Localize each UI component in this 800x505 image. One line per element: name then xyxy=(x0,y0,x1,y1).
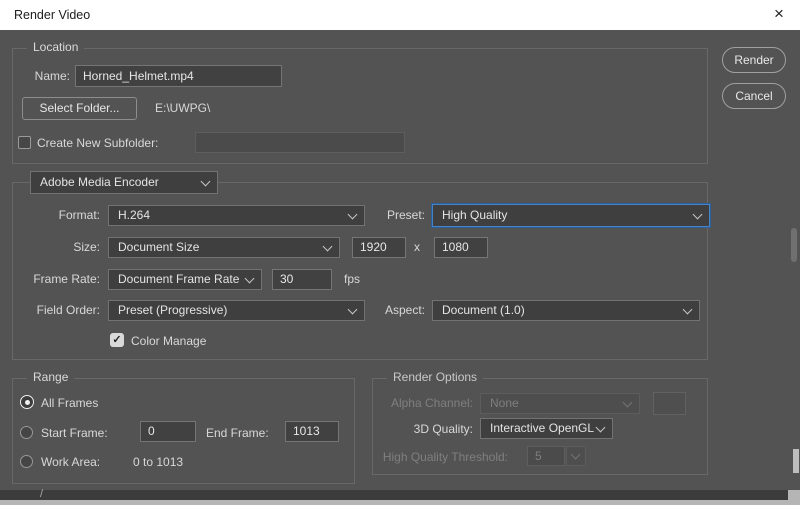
create-subfolder-checkbox[interactable] xyxy=(18,136,31,149)
start-frame-label: Start Frame: xyxy=(41,426,108,440)
chevron-down-icon xyxy=(596,422,606,432)
chevron-down-icon xyxy=(623,397,633,407)
create-subfolder-label: Create New Subfolder: xyxy=(37,136,158,150)
field-order-label: Field Order: xyxy=(8,300,100,321)
resize-grip-icon[interactable]: / xyxy=(40,488,43,500)
name-input[interactable]: Horned_Helmet.mp4 xyxy=(75,65,282,87)
cancel-button[interactable]: Cancel xyxy=(722,83,786,109)
encoder-select-value: Adobe Media Encoder xyxy=(40,175,159,189)
times-separator: x xyxy=(414,237,420,258)
chevron-down-icon xyxy=(693,209,703,219)
aspect-select[interactable]: Document (1.0) xyxy=(432,300,700,321)
height-input[interactable]: 1080 xyxy=(434,237,488,258)
render-video-dialog: Render Video × Location Name: Horned_Hel… xyxy=(0,0,800,505)
alpha-channel-value: None xyxy=(490,396,519,410)
bottom-edge xyxy=(0,500,800,505)
color-manage-checkbox[interactable]: ✓ xyxy=(110,333,124,347)
chevron-down-icon xyxy=(245,273,255,283)
hq-threshold-label: High Quality Threshold: xyxy=(333,447,508,467)
range-group-label: Range xyxy=(27,370,74,384)
render-options-group-label: Render Options xyxy=(387,370,483,384)
format-select-value: H.264 xyxy=(118,208,150,222)
location-group-label: Location xyxy=(27,40,84,54)
end-frame-input[interactable]: 1013 xyxy=(285,421,339,442)
alpha-channel-label: Alpha Channel: xyxy=(373,393,473,414)
all-frames-radio[interactable] xyxy=(20,395,34,409)
folder-path: E:\UWPG\ xyxy=(155,97,210,120)
start-frame-input[interactable]: 0 xyxy=(140,421,196,442)
format-label: Format: xyxy=(20,205,100,226)
check-icon: ✓ xyxy=(112,334,121,346)
quality-3d-select[interactable]: Interactive OpenGL xyxy=(480,418,613,439)
subfolder-name-input[interactable] xyxy=(195,132,405,153)
work-area-value: 0 to 1013 xyxy=(133,455,183,469)
bottom-strip xyxy=(0,490,788,500)
hq-threshold-input: 5 xyxy=(527,446,565,466)
vertical-scrollbar-element[interactable] xyxy=(793,449,799,473)
fps-input[interactable]: 30 xyxy=(272,269,332,290)
encoder-select[interactable]: Adobe Media Encoder xyxy=(30,171,218,194)
render-button[interactable]: Render xyxy=(722,47,786,73)
end-frame-label: End Frame: xyxy=(206,426,269,440)
width-input[interactable]: 1920 xyxy=(352,237,406,258)
name-label: Name: xyxy=(28,65,70,87)
chevron-down-icon xyxy=(571,450,581,460)
title-bar: Render Video × xyxy=(0,0,800,30)
alpha-color-swatch xyxy=(653,392,686,415)
work-area-label: Work Area: xyxy=(41,455,100,469)
size-select[interactable]: Document Size xyxy=(108,237,340,258)
start-frame-radio[interactable] xyxy=(20,426,33,439)
alpha-channel-select: None xyxy=(480,393,640,414)
fps-unit-label: fps xyxy=(344,269,360,290)
chevron-down-icon xyxy=(683,304,693,314)
preset-label: Preset: xyxy=(345,205,425,226)
chevron-down-icon xyxy=(201,176,211,186)
field-order-select-value: Preset (Progressive) xyxy=(118,303,227,317)
preset-select[interactable]: High Quality xyxy=(432,204,710,227)
chevron-down-icon xyxy=(323,241,333,251)
select-folder-button[interactable]: Select Folder... xyxy=(22,97,137,120)
all-frames-label: All Frames xyxy=(41,396,98,410)
format-select[interactable]: H.264 xyxy=(108,205,365,226)
quality-3d-label: 3D Quality: xyxy=(373,419,473,440)
frame-rate-select-value: Document Frame Rate xyxy=(118,272,239,286)
frame-rate-label: Frame Rate: xyxy=(8,269,100,290)
vertical-scrollbar-thumb[interactable] xyxy=(791,228,797,262)
aspect-label: Aspect: xyxy=(345,300,425,321)
dialog-title: Render Video xyxy=(14,0,90,30)
size-label: Size: xyxy=(20,237,100,258)
preset-select-value: High Quality xyxy=(442,208,507,222)
close-icon[interactable]: × xyxy=(762,0,796,30)
quality-3d-value: Interactive OpenGL xyxy=(490,421,594,435)
size-select-value: Document Size xyxy=(118,240,199,254)
aspect-select-value: Document (1.0) xyxy=(442,303,525,317)
work-area-radio[interactable] xyxy=(20,455,33,468)
color-manage-label: Color Manage xyxy=(131,334,206,348)
frame-rate-select[interactable]: Document Frame Rate xyxy=(108,269,262,290)
hq-threshold-stepper xyxy=(566,446,586,466)
field-order-select[interactable]: Preset (Progressive) xyxy=(108,300,365,321)
